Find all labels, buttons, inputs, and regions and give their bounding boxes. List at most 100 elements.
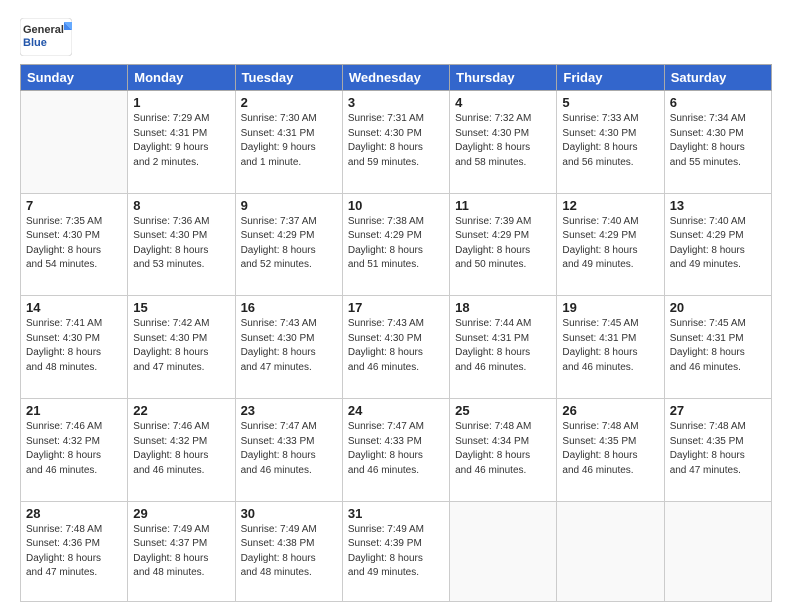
calendar-cell: 13 Sunrise: 7:40 AMSunset: 4:29 PMDayligh…	[664, 193, 771, 296]
day-header-wednesday: Wednesday	[342, 65, 449, 91]
day-number: 25	[455, 403, 551, 418]
cell-content: Sunrise: 7:39 AMSunset: 4:29 PMDaylight:…	[455, 215, 551, 273]
cell-content: Sunrise: 7:46 AMSunset: 4:32 PMDaylight:…	[133, 420, 229, 478]
svg-text:General: General	[23, 24, 64, 36]
day-number: 3	[348, 95, 444, 110]
calendar-cell: 26 Sunrise: 7:48 AMSunset: 4:35 PMDayligh…	[557, 399, 664, 502]
calendar-cell: 8 Sunrise: 7:36 AMSunset: 4:30 PMDaylight…	[128, 193, 235, 296]
cell-content: Sunrise: 7:32 AMSunset: 4:30 PMDaylight:…	[455, 112, 551, 170]
calendar-cell: 5 Sunrise: 7:33 AMSunset: 4:30 PMDaylight…	[557, 91, 664, 194]
calendar-cell: 9 Sunrise: 7:37 AMSunset: 4:29 PMDaylight…	[235, 193, 342, 296]
day-header-monday: Monday	[128, 65, 235, 91]
cell-content: Sunrise: 7:38 AMSunset: 4:29 PMDaylight:…	[348, 215, 444, 273]
cell-content: Sunrise: 7:33 AMSunset: 4:30 PMDaylight:…	[562, 112, 658, 170]
calendar-cell: 23 Sunrise: 7:47 AMSunset: 4:33 PMDayligh…	[235, 399, 342, 502]
cell-content: Sunrise: 7:46 AMSunset: 4:32 PMDaylight:…	[26, 420, 122, 478]
calendar-cell: 20 Sunrise: 7:45 AMSunset: 4:31 PMDayligh…	[664, 296, 771, 399]
calendar-cell: 6Sunrise: 7:34 AMSunset: 4:30 PMDaylight…	[664, 91, 771, 194]
day-number: 24	[348, 403, 444, 418]
calendar-cell: 22 Sunrise: 7:46 AMSunset: 4:32 PMDayligh…	[128, 399, 235, 502]
day-number: 20	[670, 300, 766, 315]
cell-content: Sunrise: 7:49 AMSunset: 4:38 PMDaylight:…	[241, 523, 337, 581]
cell-content: Sunrise: 7:37 AMSunset: 4:29 PMDaylight:…	[241, 215, 337, 273]
day-number: 5	[562, 95, 658, 110]
calendar-cell: 3 Sunrise: 7:31 AMSunset: 4:30 PMDaylight…	[342, 91, 449, 194]
calendar-cell	[450, 501, 557, 601]
calendar-cell: 25 Sunrise: 7:48 AMSunset: 4:34 PMDayligh…	[450, 399, 557, 502]
calendar-cell: 12 Sunrise: 7:40 AMSunset: 4:29 PMDayligh…	[557, 193, 664, 296]
cell-content: Sunrise: 7:49 AMSunset: 4:37 PMDaylight:…	[133, 523, 229, 581]
cell-content: Sunrise: 7:40 AMSunset: 4:29 PMDaylight:…	[670, 215, 766, 273]
cell-content: Sunrise: 7:35 AMSunset: 4:30 PMDaylight:…	[26, 215, 122, 273]
calendar-cell: 28Sunrise: 7:48 AMSunset: 4:36 PMDayligh…	[21, 501, 128, 601]
header: General Blue	[20, 18, 772, 56]
calendar: SundayMondayTuesdayWednesdayThursdayFrid…	[20, 64, 772, 602]
day-number: 12	[562, 198, 658, 213]
week-row-4: 21Sunrise: 7:46 AMSunset: 4:32 PMDayligh…	[21, 399, 772, 502]
day-number: 8	[133, 198, 229, 213]
cell-content: Sunrise: 7:45 AMSunset: 4:31 PMDaylight:…	[562, 317, 658, 375]
svg-text:Blue: Blue	[23, 37, 47, 49]
day-number: 9	[241, 198, 337, 213]
calendar-cell: 4 Sunrise: 7:32 AMSunset: 4:30 PMDaylight…	[450, 91, 557, 194]
calendar-cell: 16Sunrise: 7:43 AMSunset: 4:30 PMDayligh…	[235, 296, 342, 399]
calendar-cell: 7 Sunrise: 7:35 AMSunset: 4:30 PMDaylight…	[21, 193, 128, 296]
page: General Blue SundayMondayTuesdayWednesda…	[0, 0, 792, 612]
cell-content: Sunrise: 7:41 AMSunset: 4:30 PMDaylight:…	[26, 317, 122, 375]
day-number: 28	[26, 506, 122, 521]
day-number: 2	[241, 95, 337, 110]
calendar-cell: 15 Sunrise: 7:42 AMSunset: 4:30 PMDayligh…	[128, 296, 235, 399]
day-header-saturday: Saturday	[664, 65, 771, 91]
logo-svg: General Blue	[20, 18, 72, 56]
day-number: 4	[455, 95, 551, 110]
day-number: 14	[26, 300, 122, 315]
calendar-cell: 2 Sunrise: 7:30 AMSunset: 4:31 PMDaylight…	[235, 91, 342, 194]
cell-content: Sunrise: 7:36 AMSunset: 4:30 PMDaylight:…	[133, 215, 229, 273]
day-number: 10	[348, 198, 444, 213]
day-header-tuesday: Tuesday	[235, 65, 342, 91]
day-number: 30	[241, 506, 337, 521]
day-number: 1	[133, 95, 229, 110]
day-number: 11	[455, 198, 551, 213]
week-row-2: 7 Sunrise: 7:35 AMSunset: 4:30 PMDaylight…	[21, 193, 772, 296]
logo: General Blue	[20, 18, 72, 56]
cell-content: Sunrise: 7:48 AMSunset: 4:35 PMDaylight:…	[562, 420, 658, 478]
day-number: 23	[241, 403, 337, 418]
calendar-cell	[557, 501, 664, 601]
calendar-cell	[664, 501, 771, 601]
cell-content: Sunrise: 7:29 AMSunset: 4:31 PMDaylight:…	[133, 112, 229, 170]
cell-content: Sunrise: 7:44 AMSunset: 4:31 PMDaylight:…	[455, 317, 551, 375]
day-header-sunday: Sunday	[21, 65, 128, 91]
cell-content: Sunrise: 7:48 AMSunset: 4:34 PMDaylight:…	[455, 420, 551, 478]
calendar-cell: 11 Sunrise: 7:39 AMSunset: 4:29 PMDayligh…	[450, 193, 557, 296]
week-row-3: 14 Sunrise: 7:41 AMSunset: 4:30 PMDayligh…	[21, 296, 772, 399]
day-number: 19	[562, 300, 658, 315]
day-number: 22	[133, 403, 229, 418]
day-number: 15	[133, 300, 229, 315]
calendar-cell: 10 Sunrise: 7:38 AMSunset: 4:29 PMDayligh…	[342, 193, 449, 296]
calendar-cell: 21Sunrise: 7:46 AMSunset: 4:32 PMDayligh…	[21, 399, 128, 502]
cell-content: Sunrise: 7:47 AMSunset: 4:33 PMDaylight:…	[241, 420, 337, 478]
cell-content: Sunrise: 7:30 AMSunset: 4:31 PMDaylight:…	[241, 112, 337, 170]
cell-content: Sunrise: 7:42 AMSunset: 4:30 PMDaylight:…	[133, 317, 229, 375]
week-row-5: 28Sunrise: 7:48 AMSunset: 4:36 PMDayligh…	[21, 501, 772, 601]
cell-content: Sunrise: 7:45 AMSunset: 4:31 PMDaylight:…	[670, 317, 766, 375]
cell-content: Sunrise: 7:49 AMSunset: 4:39 PMDaylight:…	[348, 523, 444, 581]
day-number: 17	[348, 300, 444, 315]
calendar-cell: 24Sunrise: 7:47 AMSunset: 4:33 PMDayligh…	[342, 399, 449, 502]
calendar-cell: 31Sunrise: 7:49 AMSunset: 4:39 PMDayligh…	[342, 501, 449, 601]
cell-content: Sunrise: 7:43 AMSunset: 4:30 PMDaylight:…	[348, 317, 444, 375]
calendar-cell: 17 Sunrise: 7:43 AMSunset: 4:30 PMDayligh…	[342, 296, 449, 399]
cell-content: Sunrise: 7:40 AMSunset: 4:29 PMDaylight:…	[562, 215, 658, 273]
calendar-cell: 29 Sunrise: 7:49 AMSunset: 4:37 PMDayligh…	[128, 501, 235, 601]
cell-content: Sunrise: 7:43 AMSunset: 4:30 PMDaylight:…	[241, 317, 337, 375]
day-number: 6	[670, 95, 766, 110]
day-number: 18	[455, 300, 551, 315]
calendar-cell: 1 Sunrise: 7:29 AMSunset: 4:31 PMDaylight…	[128, 91, 235, 194]
day-number: 7	[26, 198, 122, 213]
cell-content: Sunrise: 7:31 AMSunset: 4:30 PMDaylight:…	[348, 112, 444, 170]
day-number: 26	[562, 403, 658, 418]
cell-content: Sunrise: 7:48 AMSunset: 4:35 PMDaylight:…	[670, 420, 766, 478]
day-number: 29	[133, 506, 229, 521]
day-number: 13	[670, 198, 766, 213]
